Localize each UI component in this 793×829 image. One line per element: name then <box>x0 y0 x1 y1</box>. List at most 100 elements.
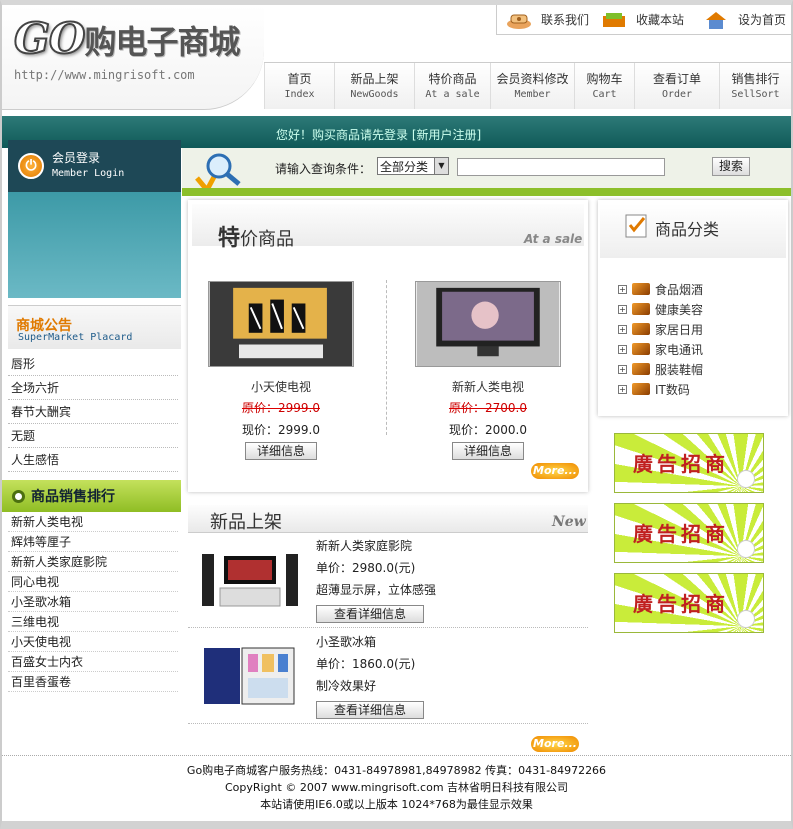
nav-sale[interactable]: 特价商品 At a sale <box>414 63 490 109</box>
footer-hotline: Go购电子商城客户服务热线：0431-84978981,84978982 传真：… <box>186 764 607 777</box>
contact-link[interactable]: 联系我们 <box>505 5 589 34</box>
category-item[interactable]: + 健康美容 <box>618 299 703 319</box>
placard-list: 唇形 全场六折 春节大酬宾 无题 人生感悟 <box>8 352 178 472</box>
power-icon: ⏻ <box>18 153 44 179</box>
nav-label: 首页 <box>287 72 312 86</box>
bookmark-link[interactable]: 收藏本站 <box>600 5 684 34</box>
search-button[interactable]: 搜索 <box>712 157 750 176</box>
view-detail-button[interactable]: 查看详细信息 <box>316 701 424 719</box>
ad-banner[interactable]: 廣告招商 <box>614 573 764 633</box>
sale-title: 特价商品 <box>218 220 294 252</box>
expand-icon[interactable]: + <box>618 304 627 314</box>
category-label: 服装鞋帽 <box>655 362 704 377</box>
expand-icon[interactable]: + <box>618 384 627 394</box>
category-select[interactable]: 全部分类 ▼ <box>377 157 449 175</box>
ranking-title: 商品销售排行 <box>31 489 115 505</box>
current-price-label: 现价： <box>241 423 278 437</box>
tv-image[interactable] <box>415 281 561 367</box>
login-header: ⏻ 会员登录 Member Login <box>8 140 181 192</box>
ad-text: 廣告招商 <box>633 592 729 616</box>
list-item[interactable]: 三维电视 <box>8 612 178 632</box>
list-item[interactable]: 百里香蛋卷 <box>8 672 178 692</box>
list-item[interactable]: 小天使电视 <box>8 632 178 652</box>
search-input[interactable] <box>457 158 665 176</box>
product-name[interactable]: 新新人类电视 <box>413 378 563 395</box>
current-price: 现价：2000.0 <box>413 421 563 438</box>
login-title-block: 会员登录 Member Login <box>52 151 124 181</box>
ranking-list: 新新人类电视 辉炜等厘子 新新人类家庭影院 同心电视 小圣歌冰箱 三维电视 小天… <box>8 512 178 692</box>
expand-icon[interactable]: + <box>618 284 627 294</box>
list-item[interactable]: 小圣歌冰箱 <box>8 592 178 612</box>
expand-icon[interactable]: + <box>618 324 627 334</box>
category-title: 商品分类 <box>655 220 720 239</box>
list-item[interactable]: 辉炜等厘子 <box>8 532 178 552</box>
nav-order[interactable]: 查看订单 Order <box>634 63 719 109</box>
green-divider <box>182 188 791 196</box>
nav-index[interactable]: 首页 Index <box>264 63 334 109</box>
new-goods-name[interactable]: 小圣歌冰箱 <box>316 633 376 650</box>
nav-cart[interactable]: 购物车 Cart <box>574 63 634 109</box>
current-price: 现价：2999.0 <box>206 421 356 438</box>
home-icon <box>706 11 726 29</box>
list-item[interactable]: 无题 <box>8 424 178 448</box>
new-goods-item: 小圣歌冰箱 单价：1860.0(元) 制冷效果好 查看详细信息 <box>188 630 588 724</box>
fridge-image[interactable] <box>202 644 298 708</box>
category-item[interactable]: + 食品烟酒 <box>618 279 703 299</box>
book-icon <box>632 283 650 295</box>
home-theater-image[interactable] <box>202 548 298 612</box>
nav-label: 新品上架 <box>350 72 399 86</box>
nav-label-en: Order <box>661 89 693 100</box>
sale-divider <box>386 280 387 435</box>
book-icon <box>632 343 650 355</box>
checklist-icon <box>625 214 647 238</box>
login-subtitle: Member Login <box>52 168 125 179</box>
list-item[interactable]: 唇形 <box>8 352 178 376</box>
placard-subtitle: SuperMarket Placard <box>18 332 133 343</box>
ad-banner[interactable]: 廣告招商 <box>614 433 764 493</box>
list-item[interactable]: 春节大酬宾 <box>8 400 178 424</box>
original-price: 原价：2999.0 <box>206 399 356 416</box>
nav-newgoods[interactable]: 新品上架 NewGoods <box>334 63 414 109</box>
original-price-label: 原价： <box>241 401 278 415</box>
product-name[interactable]: 小天使电视 <box>206 378 356 395</box>
sale-product: 新新人类电视 原价：2700.0 现价：2000.0 详细信息 <box>413 281 563 460</box>
view-detail-button[interactable]: 查看详细信息 <box>316 605 424 623</box>
category-item[interactable]: + IT数码 <box>618 379 690 399</box>
new-goods-more-button[interactable]: More... <box>531 736 579 752</box>
list-item[interactable]: 百盛女士内衣 <box>8 652 178 672</box>
category-item[interactable]: + 服装鞋帽 <box>618 359 703 379</box>
nav-sellsort[interactable]: 销售排行 SellSort <box>719 63 791 109</box>
category-label: 家居日用 <box>655 322 704 337</box>
list-item[interactable]: 同心电视 <box>8 572 178 592</box>
new-goods-price: 单价：1860.0(元) <box>316 657 416 671</box>
new-goods-price: 单价：2980.0(元) <box>316 561 416 575</box>
welcome-link[interactable]: 您好！购买商品请先登录 [新用户注册] <box>276 126 481 143</box>
category-item[interactable]: + 家电通讯 <box>618 339 703 359</box>
logo-prefix: GO <box>13 13 86 64</box>
homepage-link[interactable]: 设为首页 <box>702 5 786 34</box>
ad-banner[interactable]: 廣告招商 <box>614 503 764 563</box>
list-item[interactable]: 全场六折 <box>8 376 178 400</box>
list-item[interactable]: 新新人类家庭影院 <box>8 552 178 572</box>
bookmark-icon <box>603 12 625 27</box>
tv-image[interactable] <box>208 281 354 367</box>
new-goods-name[interactable]: 新新人类家庭影院 <box>316 537 412 554</box>
expand-icon[interactable]: + <box>618 344 627 354</box>
expand-icon[interactable]: + <box>618 364 627 374</box>
nav-member[interactable]: 会员资料修改 Member <box>490 63 574 109</box>
logo[interactable]: GO购电子商城 <box>13 13 240 64</box>
detail-button[interactable]: 详细信息 <box>452 442 524 460</box>
bookmark-label: 收藏本站 <box>636 13 685 27</box>
original-price: 原价：2700.0 <box>413 399 563 416</box>
detail-button[interactable]: 详细信息 <box>245 442 317 460</box>
sale-more-button[interactable]: More... <box>531 463 579 479</box>
book-icon <box>632 323 650 335</box>
list-item[interactable]: 人生感悟 <box>8 448 178 472</box>
nav-label: 销售排行 <box>731 72 780 86</box>
top-links: 联系我们 收藏本站 设为首页 <box>496 5 791 35</box>
nav-label-en: At a sale <box>425 89 480 100</box>
sale-title-en: At a sale <box>524 232 583 246</box>
category-label: 健康美容 <box>655 302 704 317</box>
category-item[interactable]: + 家居日用 <box>618 319 703 339</box>
list-item[interactable]: 新新人类电视 <box>8 512 178 532</box>
